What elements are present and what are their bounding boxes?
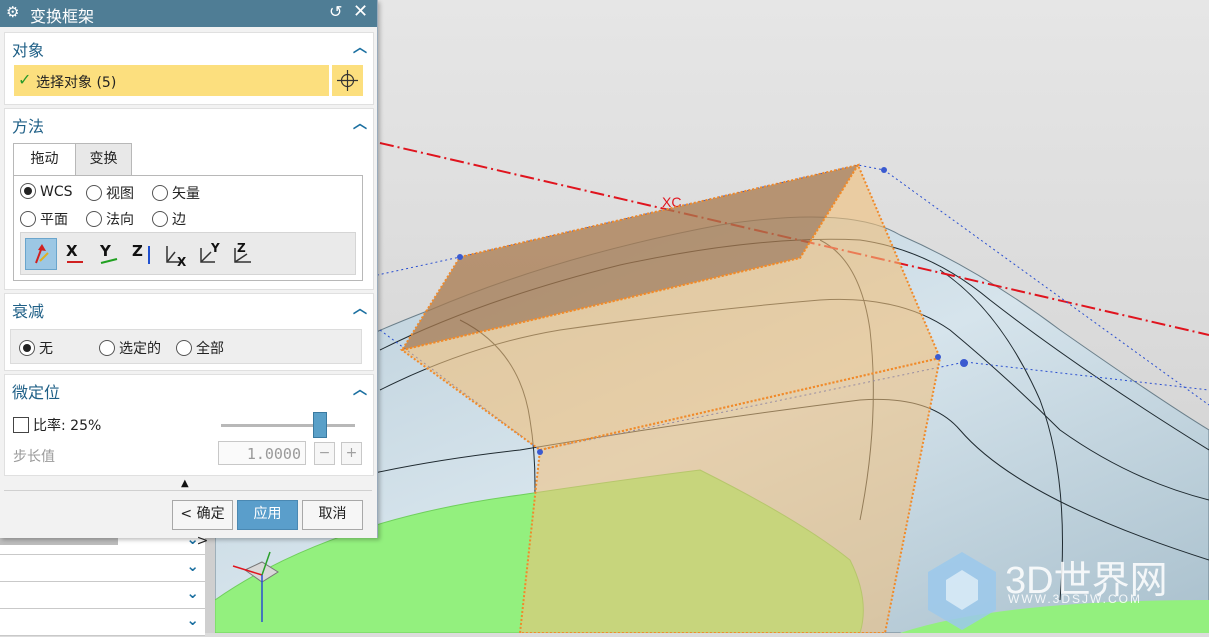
radio-icon bbox=[86, 211, 102, 227]
radio-none[interactable]: 无 bbox=[19, 338, 53, 358]
radio-label: WCS bbox=[40, 184, 73, 200]
radio-all[interactable]: 全部 bbox=[176, 338, 224, 358]
radio-label: 视图 bbox=[106, 186, 134, 202]
svg-text:Z: Z bbox=[237, 241, 246, 255]
radio-label: 矢量 bbox=[172, 186, 200, 202]
rotate-x-icon: X bbox=[166, 246, 187, 269]
free-drag-button[interactable] bbox=[25, 238, 57, 270]
radio-icon bbox=[176, 340, 192, 356]
z-axis-icon: Z bbox=[132, 242, 150, 264]
chevron-down-icon[interactable]: ⌄ bbox=[186, 584, 199, 602]
y-axis-icon: Y bbox=[99, 242, 118, 264]
rotate-z-icon: Z bbox=[234, 241, 251, 263]
tab-drag[interactable]: 拖动 bbox=[13, 143, 76, 177]
radio-label: 边 bbox=[172, 212, 186, 228]
drag-tab-panel: WCS 视图 矢量 平面 法向 边 X Y Z X Y Z bbox=[13, 175, 363, 281]
svg-text:X: X bbox=[66, 242, 78, 260]
nav-row[interactable]: ⌄ bbox=[0, 609, 205, 636]
chevron-down-icon[interactable]: ⌄ bbox=[186, 557, 199, 575]
radio-edge[interactable]: 边 bbox=[152, 209, 186, 229]
x-axis-button[interactable]: X bbox=[59, 238, 89, 268]
watermark-url: WWW.3DSJW.COM bbox=[1008, 592, 1142, 606]
expand-more-icon[interactable]: ▲ bbox=[181, 478, 189, 489]
radio-selected[interactable]: 选定的 bbox=[99, 338, 161, 358]
apply-button[interactable]: 应用 bbox=[237, 500, 298, 530]
xy-plane-button[interactable]: X bbox=[161, 238, 191, 269]
zx-plane-button[interactable]: Z bbox=[229, 238, 259, 268]
ratio-slider-track[interactable] bbox=[221, 424, 355, 427]
radio-normal[interactable]: 法向 bbox=[86, 209, 134, 229]
x-axis-icon: X bbox=[66, 242, 83, 263]
radio-icon bbox=[86, 185, 102, 201]
svg-text:Y: Y bbox=[99, 242, 112, 260]
tab-transform[interactable]: 变换 bbox=[75, 143, 132, 176]
navigator-scrollbar[interactable] bbox=[0, 538, 118, 545]
step-value-label: 步长值 bbox=[13, 449, 55, 465]
ratio-slider-thumb[interactable] bbox=[312, 412, 327, 438]
ratio-checkbox-row[interactable]: 比率: 25% bbox=[13, 415, 101, 435]
radio-vector[interactable]: 矢量 bbox=[152, 183, 200, 203]
collapse-caret-icon[interactable]: ︿ bbox=[353, 113, 367, 133]
svg-text:Y: Y bbox=[210, 241, 220, 255]
radio-label: 无 bbox=[39, 341, 53, 357]
y-axis-button[interactable]: Y bbox=[93, 238, 123, 268]
ratio-checkbox[interactable] bbox=[13, 417, 29, 433]
radio-icon bbox=[152, 185, 168, 201]
ratio-label: 比率: bbox=[33, 418, 66, 434]
method-section-title: 方法 bbox=[12, 117, 45, 136]
cancel-button[interactable]: 取消 bbox=[302, 500, 363, 530]
collapse-caret-icon[interactable]: ︿ bbox=[353, 37, 367, 57]
svg-text:X: X bbox=[177, 255, 187, 268]
attenuation-options: 无 选定的 全部 bbox=[10, 329, 362, 364]
nav-row[interactable]: ⌄ bbox=[0, 582, 205, 609]
reset-icon[interactable]: ↺ bbox=[329, 2, 342, 21]
rotate-y-icon: Y bbox=[200, 241, 220, 263]
attenuation-section-title: 衰减 bbox=[12, 302, 45, 321]
collapse-caret-icon[interactable]: ︿ bbox=[353, 379, 367, 399]
select-object-row[interactable]: ✓ 选择对象 (5) bbox=[14, 65, 329, 96]
object-section-title: 对象 bbox=[12, 41, 45, 60]
step-value-input[interactable]: 1.0000 bbox=[218, 441, 306, 465]
dialog-titlebar[interactable]: ⚙ 变换框架 ↺ ✕ bbox=[0, 0, 377, 27]
radio-label: 平面 bbox=[40, 212, 68, 228]
dialog-title: 变换框架 bbox=[30, 7, 95, 26]
z-axis-button[interactable]: Z bbox=[127, 238, 157, 268]
radio-icon bbox=[20, 211, 36, 227]
method-section: 方法 ︿ 拖动 变换 WCS 视图 矢量 平面 法向 边 X Y Z X Y Z bbox=[4, 108, 374, 290]
divider bbox=[4, 490, 372, 491]
radio-view[interactable]: 视图 bbox=[86, 183, 134, 203]
nav-row[interactable]: ⌄ bbox=[0, 555, 205, 582]
drag-arrow-icon bbox=[35, 244, 49, 264]
radio-selected-icon bbox=[19, 340, 35, 356]
radio-selected-icon bbox=[20, 183, 36, 199]
chevron-down-icon[interactable]: ⌄ bbox=[186, 611, 199, 629]
radio-label: 选定的 bbox=[119, 341, 161, 357]
radio-label: 全部 bbox=[196, 341, 224, 357]
step-decrement-button[interactable]: − bbox=[314, 442, 335, 465]
radio-icon bbox=[152, 211, 168, 227]
fine-positioning-section-title: 微定位 bbox=[12, 383, 61, 402]
collapse-caret-icon[interactable]: ︿ bbox=[353, 298, 367, 318]
check-icon: ✓ bbox=[18, 70, 32, 89]
ok-button[interactable]: < 确定 > bbox=[172, 500, 233, 549]
gear-icon: ⚙ bbox=[6, 3, 20, 21]
step-increment-button[interactable]: + bbox=[341, 442, 362, 465]
object-section: 对象 ︿ ✓ 选择对象 (5) bbox=[4, 32, 374, 105]
select-object-label: 选择对象 (5) bbox=[36, 75, 117, 91]
yz-plane-button[interactable]: Y bbox=[195, 238, 225, 268]
transform-frame-dialog: ⚙ 变换框架 ↺ ✕ 对象 ︿ ✓ 选择对象 (5) 方法 ︿ 拖动 变换 WC… bbox=[0, 0, 378, 549]
close-icon[interactable]: ✕ bbox=[353, 1, 368, 22]
radio-plane[interactable]: 平面 bbox=[20, 209, 68, 229]
radio-icon bbox=[99, 340, 115, 356]
axis-toolbar: X Y Z X Y Z bbox=[20, 232, 356, 275]
attenuation-section: 衰减 ︿ 无 选定的 全部 bbox=[4, 293, 374, 371]
ratio-value: 25% bbox=[70, 418, 102, 434]
crosshair-icon bbox=[337, 70, 358, 91]
radio-label: 法向 bbox=[106, 212, 134, 228]
svg-text:Z: Z bbox=[132, 242, 143, 260]
fine-positioning-section: 微定位 ︿ 比率: 25% 步长值 1.0000 − + bbox=[4, 374, 374, 476]
radio-wcs[interactable]: WCS bbox=[20, 183, 73, 200]
crosshair-select-button[interactable] bbox=[332, 65, 363, 96]
